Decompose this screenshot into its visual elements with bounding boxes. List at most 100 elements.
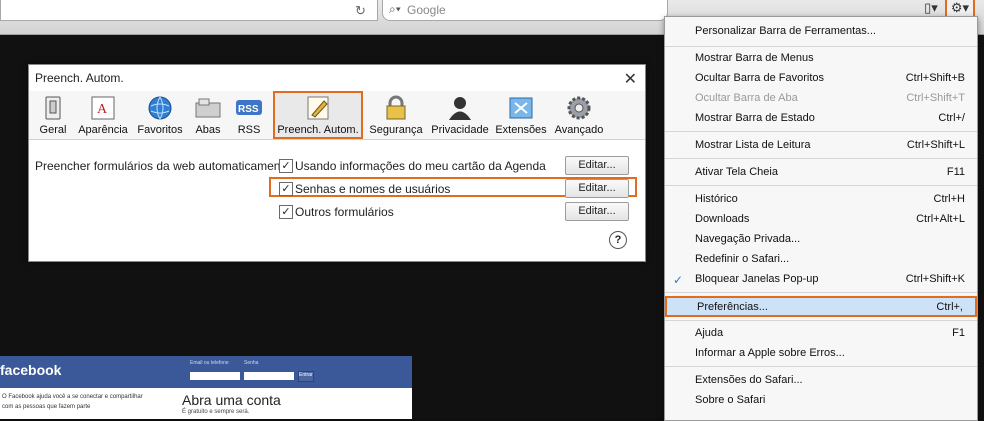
menu-item-label: Histórico — [695, 193, 738, 205]
search-icon[interactable]: ⌕▾ — [389, 2, 401, 17]
email-label: Email ou telefone — [190, 360, 229, 366]
tab-abas[interactable]: Abas — [189, 93, 227, 137]
menu-item-label: Ocultar Barra de Aba — [695, 92, 798, 104]
autofill-label: Preencher formulários da web automaticam… — [35, 159, 294, 173]
lock-icon — [386, 95, 406, 120]
tab-label: Preench. Autom. — [277, 124, 359, 136]
address-bar[interactable]: ↻ — [0, 0, 378, 21]
menu-separator — [665, 366, 977, 367]
gear-dropdown-menu: Personalizar Barra de Ferramentas... Mos… — [664, 16, 978, 421]
menu-separator — [665, 185, 977, 186]
menu-item-show-menubar[interactable]: Mostrar Barra de Menus — [665, 49, 977, 68]
menu-item-reading-list[interactable]: Mostrar Lista de Leitura Ctrl+Shift+L — [665, 136, 977, 155]
tab-preench-autom[interactable]: Preench. Autom. — [273, 91, 363, 139]
tab-label: Segurança — [369, 124, 423, 136]
tab-seguranca[interactable]: Segurança — [367, 93, 425, 137]
menu-item-about-safari[interactable]: Sobre o Safari — [665, 391, 977, 410]
globe-icon — [148, 96, 172, 120]
facebook-logo[interactable]: facebook — [0, 362, 61, 378]
tab-rss[interactable]: RSS RSS — [229, 93, 269, 137]
search-field[interactable]: ⌕▾ Google — [382, 0, 668, 21]
menu-item-shortcut: Ctrl+Shift+L — [906, 139, 965, 151]
facebook-page: facebook Email ou telefone Senha Entrar … — [0, 356, 412, 419]
menu-separator — [665, 46, 977, 47]
password-input[interactable] — [244, 372, 294, 380]
menu-item-fullscreen[interactable]: Ativar Tela Cheia F11 — [665, 163, 977, 182]
reload-icon[interactable]: ↻ — [355, 3, 366, 19]
menu-item-label: Ocultar Barra de Favoritos — [695, 72, 824, 84]
help-icon[interactable]: ? — [609, 231, 627, 249]
menu-item-label: Extensões do Safari... — [695, 374, 803, 386]
option-label: Senhas e nomes de usuários — [295, 182, 451, 196]
rss-icon: RSS — [236, 100, 262, 115]
window-title: Preench. Autom. — [29, 65, 645, 91]
menu-item-label: Preferências... — [697, 301, 768, 313]
menu-item-label: Personalizar Barra de Ferramentas... — [695, 25, 876, 37]
menu-item-show-statusbar[interactable]: Mostrar Barra de Estado Ctrl+/ — [665, 109, 977, 128]
menu-item-history[interactable]: Histórico Ctrl+H — [665, 190, 977, 209]
menu-separator — [665, 320, 977, 321]
menu-item-block-popups[interactable]: ✓ Bloquear Janelas Pop-up Ctrl+Shift+K — [665, 270, 977, 289]
signup-subtitle: É gratuito e sempre será. — [182, 409, 250, 415]
menu-item-help[interactable]: Ajuda F1 — [665, 324, 977, 343]
menu-separator — [665, 158, 977, 159]
menu-item-customize-toolbar[interactable]: Personalizar Barra de Ferramentas... — [665, 22, 977, 41]
gear-icon — [567, 96, 591, 120]
menu-item-shortcut: Ctrl+, — [936, 301, 963, 313]
tab-avancado[interactable]: Avançado — [551, 93, 607, 137]
tab-favoritos[interactable]: Favoritos — [133, 93, 187, 137]
option-label: Usando informações do meu cartão da Agen… — [295, 159, 546, 173]
edit-agenda-button[interactable]: Editar... — [565, 156, 629, 175]
menu-item-preferences[interactable]: Preferências... Ctrl+, — [665, 296, 977, 317]
passwords-checkbox[interactable]: ✓ — [279, 182, 293, 196]
edit-passwords-button[interactable]: Editar... — [565, 179, 629, 198]
tab-label: Extensões — [495, 124, 547, 136]
menu-item-shortcut: Ctrl+H — [933, 193, 965, 205]
menu-item-label: Ativar Tela Cheia — [695, 166, 778, 178]
rss-badge-text: RSS — [238, 104, 259, 115]
menu-separator — [665, 131, 977, 132]
close-icon[interactable]: ✕ — [624, 69, 637, 89]
menu-separator — [665, 292, 977, 293]
menu-item-reset-safari[interactable]: Redefinir o Safari... — [665, 250, 977, 269]
menu-item-label: Downloads — [695, 213, 750, 225]
tab-extensoes[interactable]: Extensões — [495, 93, 547, 137]
edit-other-forms-button[interactable]: Editar... — [565, 202, 629, 221]
menu-item-label: Mostrar Barra de Menus — [695, 52, 814, 64]
preferences-window: Preench. Autom. ✕ Geral A Aparência Favo… — [28, 64, 646, 262]
menu-item-shortcut: F1 — [952, 327, 965, 339]
tab-label: Favoritos — [137, 124, 183, 136]
menu-item-label: Sobre o Safari — [695, 394, 766, 406]
tab-label: Geral — [39, 124, 67, 136]
silhouette-icon — [449, 97, 471, 120]
tab-aparencia[interactable]: A Aparência — [75, 93, 131, 137]
puzzle-icon — [509, 97, 533, 119]
signup-title: Abra uma conta — [182, 392, 281, 408]
menu-item-shortcut: Ctrl+Shift+T — [906, 92, 965, 104]
menu-item-shortcut: Ctrl+Shift+K — [905, 273, 965, 285]
menu-item-safari-extensions[interactable]: Extensões do Safari... — [665, 371, 977, 390]
menu-item-shortcut: Ctrl+/ — [938, 112, 965, 124]
tab-geral[interactable]: Geral — [33, 93, 73, 137]
tab-privacidade[interactable]: Privacidade — [429, 93, 491, 137]
tabs-icon — [195, 98, 221, 118]
menu-item-downloads[interactable]: Downloads Ctrl+Alt+L — [665, 210, 977, 229]
facebook-header: facebook Email ou telefone Senha Entrar — [0, 356, 412, 388]
other-forms-checkbox[interactable]: ✓ — [279, 205, 293, 219]
tab-label: Aparência — [78, 124, 128, 136]
login-button[interactable]: Entrar — [298, 371, 314, 382]
menu-item-shortcut: Ctrl+Shift+B — [905, 72, 965, 84]
password-label: Senha — [244, 360, 259, 366]
option-label: Outros formulários — [295, 205, 394, 219]
menu-item-label: Bloquear Janelas Pop-up — [695, 273, 819, 285]
email-input[interactable] — [190, 372, 240, 380]
menu-item-label: Navegação Privada... — [695, 233, 801, 245]
tab-label: RSS — [237, 124, 261, 136]
menu-item-report-bugs[interactable]: Informar a Apple sobre Erros... — [665, 344, 977, 363]
menu-item-hide-favorites[interactable]: Ocultar Barra de Favoritos Ctrl+Shift+B — [665, 69, 977, 88]
menu-item-shortcut: F11 — [946, 166, 965, 178]
tab-label: Abas — [195, 124, 221, 136]
preferences-tabbar: Geral A Aparência Favoritos Abas RSS RSS… — [29, 91, 645, 140]
agenda-checkbox[interactable]: ✓ — [279, 159, 293, 173]
menu-item-private-browsing[interactable]: Navegação Privada... — [665, 230, 977, 249]
